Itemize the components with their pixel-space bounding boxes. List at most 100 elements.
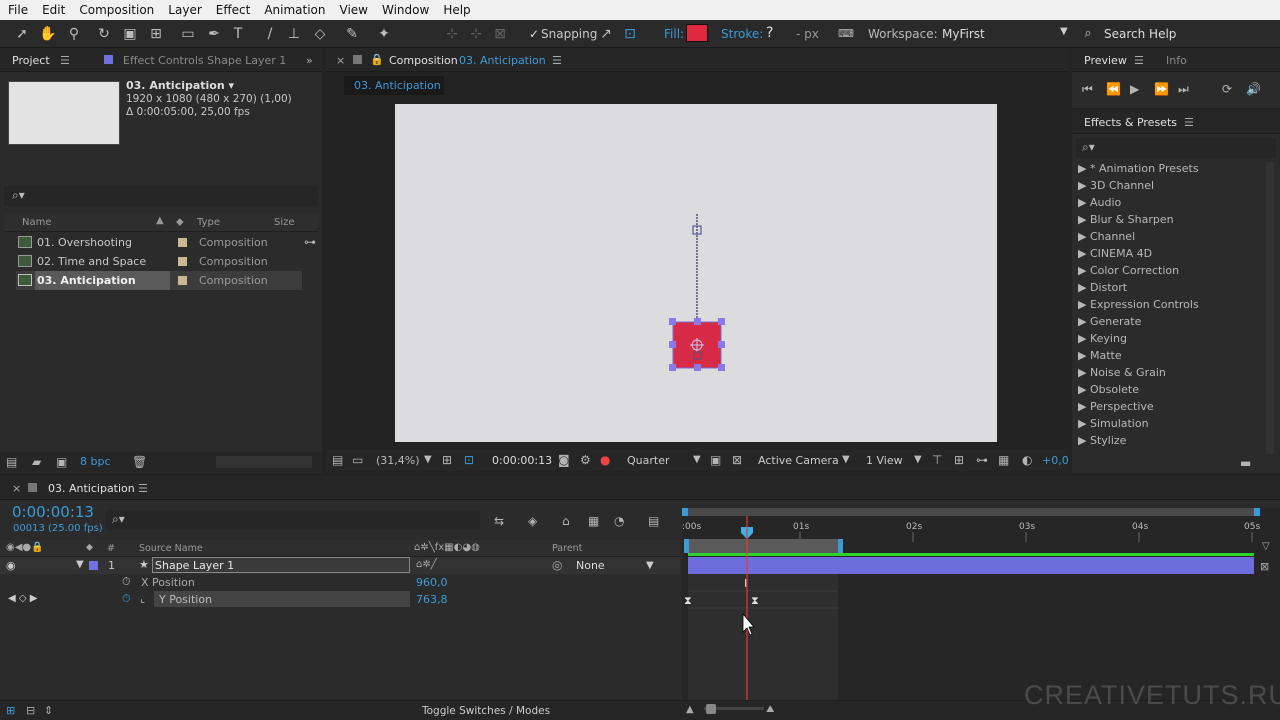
previous-frame-icon[interactable]: ⏪	[1106, 82, 1121, 96]
sort-arrow-icon[interactable]: ▲	[156, 215, 164, 226]
column-size[interactable]: Size	[274, 217, 295, 228]
expand-layer-switches-icon[interactable]: ⊞	[6, 704, 15, 717]
effects-category[interactable]: ▶ Matte	[1078, 349, 1122, 362]
tab-effects-presets[interactable]: Effects & Presets	[1084, 116, 1177, 129]
snap-edges-icon[interactable]: ↗	[596, 24, 616, 44]
stopwatch-active-icon[interactable]: ⏱	[122, 592, 131, 606]
selection-tool-icon[interactable]: ➚	[12, 24, 32, 44]
layer-name-field[interactable]: Shape Layer 1	[152, 557, 410, 573]
effects-search-input[interactable]: ⌕▾	[1076, 138, 1276, 158]
menu-help[interactable]: Help	[435, 3, 476, 17]
menu-layer[interactable]: Layer	[160, 3, 207, 17]
column-name[interactable]: Name	[22, 217, 52, 228]
property-row[interactable]: ⏱ X Position 960,0	[0, 574, 680, 591]
first-frame-icon[interactable]: ⏮	[1082, 82, 1093, 96]
transparency-grid-icon[interactable]: ⊠	[732, 453, 742, 467]
toggle-switches-modes-button[interactable]: Toggle Switches / Modes	[422, 705, 550, 717]
always-preview-icon[interactable]: ▭	[352, 453, 363, 467]
type-tool-icon[interactable]: T	[228, 24, 248, 44]
zoom-in-icon[interactable]: ⛰	[766, 704, 774, 715]
menu-window[interactable]: Window	[374, 3, 435, 17]
effects-category[interactable]: ▶ Generate	[1078, 315, 1141, 328]
effects-category[interactable]: ▶ Audio	[1078, 196, 1121, 209]
roto-brush-tool-icon[interactable]: ✎	[342, 24, 362, 44]
composition-menu-icon[interactable]: ☰	[552, 54, 562, 67]
column-parent[interactable]: Parent	[552, 543, 582, 554]
zoom-out-icon[interactable]: ▲	[686, 704, 694, 715]
bit-depth-button[interactable]: 8 bpc	[80, 455, 111, 468]
resolution-chevron-icon[interactable]: ▼	[693, 454, 701, 465]
flowchart-icon[interactable]: ⊶	[304, 235, 316, 249]
label-color-swatch[interactable]	[178, 238, 187, 247]
expand-transfer-icon[interactable]: ⊟	[26, 704, 35, 717]
timeline-search-input[interactable]: ⌕▾	[106, 510, 480, 530]
clone-stamp-tool-icon[interactable]: ⊥	[284, 24, 304, 44]
graph-editor-icon[interactable]: ▤	[648, 514, 659, 528]
rotate-tool-icon[interactable]: ↻	[94, 24, 114, 44]
tab-effect-controls[interactable]: Effect Controls Shape Layer 1	[123, 54, 286, 67]
rectangle-tool-icon[interactable]: ▭	[178, 24, 198, 44]
stroke-color-swatch[interactable]: ?	[766, 25, 773, 41]
next-frame-icon[interactable]: ⏩	[1154, 82, 1169, 96]
tab-preview[interactable]: Preview	[1084, 54, 1127, 67]
fill-color-swatch[interactable]	[686, 24, 708, 42]
label-color-swatch[interactable]	[178, 257, 187, 266]
views-chevron-icon[interactable]: ▼	[914, 454, 922, 465]
snapshot-camera-icon[interactable]: ◙	[558, 453, 570, 467]
motion-blur-icon[interactable]: ◔	[614, 514, 624, 528]
stopwatch-icon[interactable]: ⏱	[122, 575, 131, 589]
property-row[interactable]: ◀ ◇ ▶ ⏱ ⌞ Y Position 763,8	[0, 591, 680, 608]
effects-menu-icon[interactable]: ☰	[1184, 116, 1194, 129]
workspace-dropdown[interactable]: MyFirst	[942, 27, 985, 41]
column-source-name[interactable]: Source Name	[139, 543, 203, 554]
layer-label-swatch[interactable]	[89, 561, 98, 570]
audio-icon[interactable]: 🔊	[1246, 82, 1261, 96]
views-dropdown[interactable]: 1 View	[866, 454, 903, 467]
menu-animation[interactable]: Animation	[256, 3, 331, 17]
zoom-tool-icon[interactable]: ⚲	[64, 24, 84, 44]
effects-category[interactable]: ▶ Distort	[1078, 281, 1127, 294]
panel-overflow-icon[interactable]: »	[306, 54, 313, 67]
property-value[interactable]: 960,0	[416, 576, 448, 589]
effects-category[interactable]: ▶ Color Correction	[1078, 264, 1179, 277]
effects-category[interactable]: ▶ 3D Channel	[1078, 179, 1154, 192]
label-column-icon[interactable]: ⬥	[86, 542, 93, 553]
tab-info[interactable]: Info	[1166, 54, 1187, 67]
effects-category[interactable]: ▶ Noise & Grain	[1078, 366, 1166, 379]
column-number[interactable]: #	[107, 543, 115, 554]
mask-visibility-icon[interactable]: ⊡	[464, 453, 474, 467]
zoom-chevron-icon[interactable]: ▼	[424, 454, 432, 465]
new-composition-icon[interactable]: ▣	[56, 455, 67, 469]
parent-chevron-icon[interactable]: ▼	[646, 560, 654, 571]
exposure-value[interactable]: +0,0	[1042, 454, 1069, 467]
flowchart-view-icon[interactable]: ⊶	[976, 453, 988, 467]
project-scrollbar[interactable]	[216, 456, 312, 468]
keyframe-navigator-icon[interactable]: ◀ ◇ ▶	[8, 593, 37, 604]
effects-category[interactable]: ▶ Stylize	[1078, 434, 1126, 447]
effects-category[interactable]: ▶ CINEMA 4D	[1078, 247, 1152, 260]
zoom-slider-thumb[interactable]	[706, 704, 716, 714]
close-tab-icon[interactable]: ×	[336, 54, 345, 67]
play-icon[interactable]: ▶	[1130, 82, 1139, 96]
loop-icon[interactable]: ⟳	[1222, 82, 1232, 96]
menu-file[interactable]: File	[0, 3, 34, 17]
effects-category[interactable]: ▶ Blur & Sharpen	[1078, 213, 1174, 226]
effects-category[interactable]: ▶ Channel	[1078, 230, 1135, 243]
timeline-tab[interactable]: 03. Anticipation	[48, 482, 135, 495]
label-tag-icon[interactable]: ⬥	[176, 215, 184, 229]
switches-icon[interactable]: ⌂✲╲fx▦◐◕◍	[414, 542, 480, 553]
menu-edit[interactable]: Edit	[34, 3, 71, 17]
draft-3d-icon[interactable]: ◈	[528, 514, 537, 528]
hand-tool-icon[interactable]: ✋	[38, 24, 58, 44]
effects-category[interactable]: ▶ Expression Controls	[1078, 298, 1199, 311]
new-folder-icon[interactable]: ▰	[32, 455, 41, 469]
label-color-swatch[interactable]	[178, 276, 187, 285]
axis-world-icon[interactable]: ⊹	[466, 24, 486, 44]
frame-blending-icon[interactable]: ▦	[588, 514, 599, 528]
comp-mini-flowchart-icon[interactable]: ⇆	[494, 514, 504, 528]
reset-exposure-icon[interactable]: ◐	[1022, 453, 1032, 467]
timeline-icon[interactable]: ▦	[998, 453, 1009, 467]
last-frame-icon[interactable]: ⏭	[1178, 82, 1189, 96]
menu-view[interactable]: View	[332, 3, 374, 17]
composition-tab-prefix[interactable]: Composition	[389, 54, 458, 67]
